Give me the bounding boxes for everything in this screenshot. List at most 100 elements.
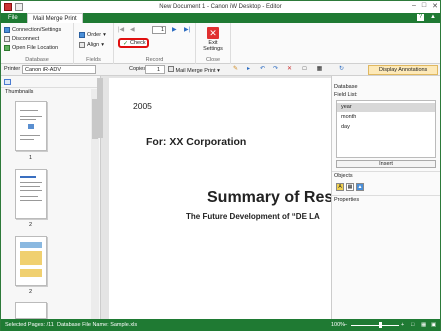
exit-settings-label[interactable]: Exit Settings bbox=[201, 40, 225, 52]
check-button[interactable]: ✓ Check bbox=[118, 38, 149, 48]
connection-settings-label: Connection/Settings bbox=[12, 27, 62, 33]
database-label: Database bbox=[334, 84, 358, 90]
document-page: 2005 For: XX Corporation Summary of Res … bbox=[109, 78, 331, 319]
document-title: Summary of Res bbox=[207, 189, 331, 206]
undo-icon[interactable]: ↶ bbox=[259, 66, 266, 73]
page-thumbnail-1[interactable] bbox=[15, 101, 47, 151]
check-label: Check bbox=[130, 40, 146, 46]
zoom-in-icon[interactable]: + bbox=[401, 322, 404, 328]
align-button[interactable]: Align ▾ bbox=[79, 42, 104, 48]
ribbon-collapse-icon[interactable]: ▲ bbox=[430, 14, 436, 20]
thumbnail-page-number: 2 bbox=[29, 222, 33, 228]
align-label: Align bbox=[87, 42, 100, 48]
next-record-icon[interactable]: ▶ bbox=[172, 26, 177, 33]
fit-width-icon[interactable]: ▦ bbox=[421, 322, 426, 328]
group-close-label: Close bbox=[205, 57, 221, 63]
disconnect-icon bbox=[4, 36, 10, 42]
check-icon: ✓ bbox=[123, 40, 129, 47]
chevron-down-icon: ▾ bbox=[217, 68, 220, 74]
folder-icon bbox=[4, 45, 10, 51]
thumbnails-header bbox=[1, 76, 100, 88]
document-year: 2005 bbox=[133, 101, 152, 111]
group-database: Connection/Settings Disconnect Open File… bbox=[1, 23, 74, 64]
open-file-location-label: Open File Location bbox=[12, 45, 59, 51]
full-page-icon[interactable]: ▣ bbox=[431, 322, 436, 328]
insert-button[interactable]: Insert bbox=[336, 160, 436, 168]
database-file-status: Database File Name: Sample.xls bbox=[57, 322, 138, 328]
first-record-icon[interactable]: |◀ bbox=[118, 26, 124, 33]
field-list-item[interactable]: day bbox=[337, 123, 435, 132]
exit-settings-icon[interactable]: ✕ bbox=[207, 27, 219, 39]
ribbon-tabs: File Mail Merge Print ? ▲ bbox=[1, 13, 440, 23]
document-corporation: For: XX Corporation bbox=[146, 136, 247, 148]
thumbnails-label: Thumbnails bbox=[5, 89, 34, 95]
zoom-slider[interactable] bbox=[351, 325, 399, 326]
ribbon: Connection/Settings Disconnect Open File… bbox=[1, 23, 440, 64]
disconnect-label: Disconnect bbox=[12, 36, 40, 42]
status-bar: Selected Pages: /11 Database File Name: … bbox=[1, 319, 440, 331]
zoom-level: 100% bbox=[331, 322, 346, 328]
highlighter-icon[interactable]: ✎ bbox=[232, 66, 239, 73]
page-thumbnail-3[interactable] bbox=[15, 236, 47, 286]
mail-merge-print-button[interactable]: Mail Merge Print ▾ bbox=[168, 66, 220, 74]
thumbnail-view-icon[interactable] bbox=[4, 79, 11, 85]
barcode-object-icon[interactable]: ▦ bbox=[346, 183, 354, 191]
editor-window: New Document 1 - Canon iW Desktop - Edit… bbox=[0, 0, 441, 331]
field-list: year month day bbox=[336, 100, 436, 158]
properties-label: Properties bbox=[334, 197, 360, 203]
group-fields-label: Fields bbox=[86, 57, 101, 63]
page-thumbnail-2[interactable] bbox=[15, 169, 47, 219]
thumbnail-page-number: 1 bbox=[29, 155, 33, 161]
tab-file[interactable]: File bbox=[3, 13, 23, 23]
properties-panel: Database Field List: year month day Inse… bbox=[331, 76, 440, 319]
order-icon bbox=[79, 32, 85, 38]
title-bar: New Document 1 - Canon iW Desktop - Edit… bbox=[1, 1, 440, 13]
chevron-down-icon: ▾ bbox=[101, 42, 104, 48]
print-toolbar: Printer Canon iR-ADV Copies 1 Mail Merge… bbox=[1, 64, 440, 76]
minimize-icon[interactable]: – bbox=[412, 2, 416, 10]
group-record-label: Record bbox=[145, 57, 164, 63]
maximize-icon[interactable]: □ bbox=[422, 2, 426, 10]
redo-icon[interactable]: ↷ bbox=[272, 66, 279, 73]
display-annotations-button[interactable]: Display Annotations bbox=[368, 65, 438, 75]
selected-pages-status: Selected Pages: /11 bbox=[5, 322, 54, 328]
thumbnails-panel: Thumbnails 1 2 2 bbox=[1, 76, 101, 319]
text-object-icon[interactable]: A bbox=[336, 183, 344, 191]
last-record-icon[interactable]: ▶| bbox=[184, 26, 190, 33]
mail-merge-print-label: Mail Merge Print bbox=[175, 68, 216, 74]
printer-label: Printer bbox=[4, 66, 21, 72]
group-fields: Order ▾ Align ▾ Fields bbox=[74, 23, 114, 64]
thumbnail-page-number: 2 bbox=[29, 289, 33, 295]
record-number-input[interactable]: 1 bbox=[152, 26, 166, 34]
fit-page-icon[interactable]: □ bbox=[411, 322, 414, 328]
document-subtitle: The Future Development of “DE LA bbox=[186, 212, 320, 221]
document-area: 2005 For: XX Corporation Summary of Res … bbox=[97, 76, 331, 319]
copies-label: Copies bbox=[129, 66, 147, 72]
help-icon[interactable]: ? bbox=[417, 14, 424, 21]
group-database-label: Database bbox=[25, 57, 49, 63]
previous-record-icon[interactable]: ◀ bbox=[130, 26, 135, 33]
printer-select[interactable]: Canon iR-ADV bbox=[22, 65, 96, 74]
order-button[interactable]: Order ▾ bbox=[79, 32, 106, 38]
close-icon[interactable]: ✕ bbox=[432, 2, 438, 10]
document-scroll-indicator[interactable] bbox=[97, 78, 103, 138]
connection-icon bbox=[4, 27, 10, 33]
open-file-location-button[interactable]: Open File Location bbox=[4, 45, 58, 51]
zoom-slider-knob[interactable] bbox=[379, 322, 382, 328]
rotate-icon[interactable]: ↻ bbox=[338, 66, 345, 73]
select-icon[interactable]: ▸ bbox=[245, 66, 252, 73]
tab-mail-merge-print[interactable]: Mail Merge Print bbox=[27, 13, 83, 23]
view-icon[interactable]: ▦ bbox=[316, 66, 323, 73]
copies-input[interactable]: 1 bbox=[145, 65, 165, 74]
image-object-icon[interactable]: ▲ bbox=[356, 183, 364, 191]
delete-icon[interactable]: ✕ bbox=[286, 66, 293, 73]
window-title: New Document 1 - Canon iW Desktop - Edit… bbox=[159, 4, 282, 10]
objects-label: Objects bbox=[334, 173, 353, 179]
page-thumbnail-4[interactable] bbox=[15, 302, 47, 319]
field-list-item[interactable]: month bbox=[337, 113, 435, 122]
field-list-item[interactable]: year bbox=[337, 103, 435, 112]
disconnect-button[interactable]: Disconnect bbox=[4, 36, 39, 42]
page-icon[interactable]: □ bbox=[301, 66, 308, 73]
connection-settings-button[interactable]: Connection/Settings bbox=[4, 27, 61, 33]
zoom-out-icon[interactable]: – bbox=[344, 322, 347, 328]
